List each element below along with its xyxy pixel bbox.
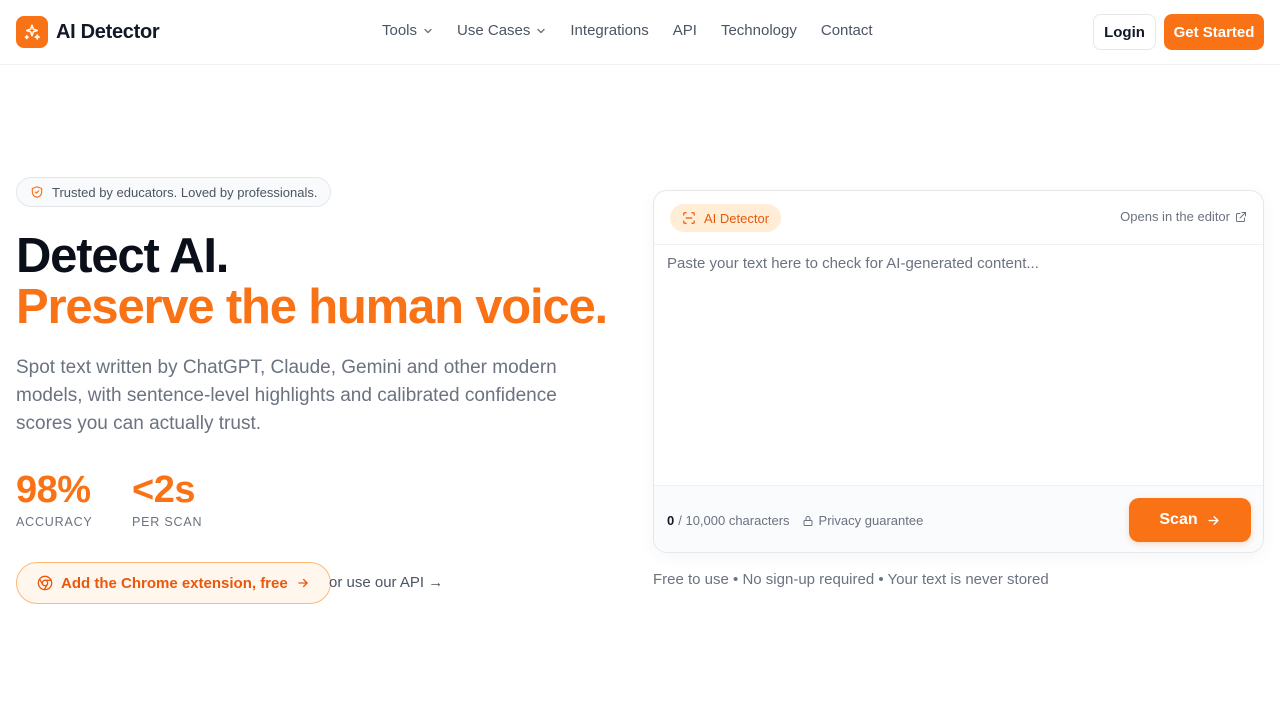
stat-speed: <2s PER SCAN [132, 469, 202, 529]
chrome-extension-button[interactable]: Add the Chrome extension, free [16, 562, 331, 604]
nav-item-label: Tools [382, 22, 418, 39]
open-editor-link[interactable]: Opens in the editor [1120, 209, 1247, 224]
arrow-right-icon [1208, 515, 1219, 525]
sparkles-icon [16, 16, 48, 48]
text-input[interactable] [654, 245, 1263, 485]
stat-value: <2s [132, 469, 195, 511]
detector-pill-label: AI Detector [704, 210, 770, 226]
nav-item-integrations[interactable]: Integrations [570, 22, 648, 39]
nav-item-tools[interactable]: Tools [382, 22, 433, 39]
chrome-icon [37, 575, 53, 591]
scan-label: Scan [1159, 511, 1198, 528]
nav-item-label: Technology [720, 22, 797, 39]
shield-check-icon [31, 186, 43, 198]
detector-pill: AI Detector [670, 204, 782, 232]
lock-icon [803, 515, 813, 526]
get-started-button[interactable]: Get Started [1164, 14, 1264, 50]
top-nav: AI Detector Tools Use Cases Integrations… [0, 0, 1280, 65]
hero-subtitle: Spot text written by ChatGPT, Claude, Ge… [16, 357, 557, 434]
card-footer: 0 / 10,000 characters Privacy guarantee … [654, 485, 1263, 552]
login-button[interactable]: Login [1093, 14, 1156, 50]
stat-value: 98% [16, 469, 91, 511]
stat-label: PER SCAN [132, 515, 203, 529]
char-count: 0 [667, 513, 675, 528]
chevron-down-icon [424, 28, 432, 33]
brand[interactable]: AI Detector [16, 16, 160, 48]
nav-item-label: Integrations [570, 22, 649, 39]
privacy-label: Privacy guarantee [818, 513, 924, 528]
nav-item-label: API [672, 22, 697, 39]
arrow-right-icon [297, 578, 308, 588]
scan-icon [683, 212, 695, 224]
nav-item-use-cases[interactable]: Use Cases [457, 22, 546, 39]
nav-item-label: Use Cases [457, 22, 531, 39]
open-editor-label: Opens in the editor [1120, 209, 1230, 224]
card-header: AI Detector Opens in the editor [654, 191, 1263, 245]
chevron-down-icon [537, 28, 546, 33]
headline-line-2: Preserve the human voice. [16, 280, 608, 334]
scan-button[interactable]: Scan [1129, 498, 1251, 542]
detector-card: AI Detector Opens in the editor 0 / 10,0… [653, 190, 1264, 553]
stat-label: ACCURACY [16, 515, 93, 529]
free-footnote: Free to use • No sign-up required • Your… [653, 571, 1049, 588]
external-link-icon [1236, 211, 1246, 222]
main-menu: Tools Use Cases Integrations API Technol… [382, 22, 873, 39]
nav-item-api[interactable]: API [673, 22, 697, 39]
nav-item-contact[interactable]: Contact [821, 22, 873, 39]
trust-badge: Trusted by educators. Loved by professio… [16, 177, 332, 207]
chrome-extension-label: Add the Chrome extension, free [61, 574, 288, 592]
nav-item-technology[interactable]: Technology [721, 22, 797, 39]
brand-name: AI Detector [56, 20, 160, 43]
stat-accuracy: 98% ACCURACY [16, 469, 93, 529]
nav-item-label: Contact [820, 22, 873, 39]
api-link[interactable]: or use our API → [329, 574, 443, 591]
char-limit: / 10,000 characters [678, 513, 790, 528]
trust-badge-text: Trusted by educators. Loved by professio… [52, 184, 318, 200]
character-counter: 0 / 10,000 characters Privacy guarantee [667, 513, 923, 528]
privacy-guarantee[interactable]: Privacy guarantee [802, 513, 924, 528]
headline-line-1: Detect AI. [16, 229, 229, 283]
